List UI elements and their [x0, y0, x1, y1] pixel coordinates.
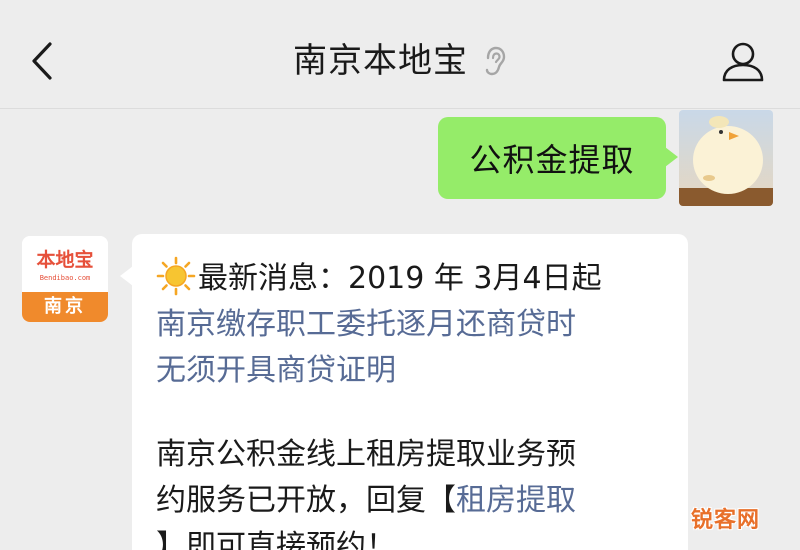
- logo-text: 本地宝: [36, 249, 94, 271]
- account-avatar[interactable]: 本地宝 Bendibao.com 南京: [22, 236, 108, 322]
- chat-header: 南京本地宝: [0, 0, 800, 109]
- incoming-message-bubble[interactable]: 最新消息：2019 年 3月4日起 南京缴存职工委托逐月还商贷时 无须开具商贷证…: [120, 234, 688, 550]
- logo-subtext: Bendibao.com: [39, 274, 91, 282]
- message-text: 】即可直接预约！: [156, 529, 396, 550]
- message-text: 约服务已开放，回复【: [156, 483, 456, 518]
- message-line: 最新消息：2019 年 3月4日起: [156, 256, 668, 302]
- chick-avatar-image: [679, 110, 773, 206]
- profile-button[interactable]: [720, 40, 766, 84]
- message-text: 南京公积金线上租房提取业务预: [156, 437, 576, 472]
- logo-city: 南京: [22, 292, 108, 322]
- title-area: 南京本地宝: [0, 36, 800, 86]
- message-line: 约服务已开放，回复【租房提取: [156, 478, 668, 524]
- person-icon: [722, 42, 764, 82]
- my-avatar[interactable]: [679, 110, 773, 206]
- keyword-link[interactable]: 租房提取: [456, 483, 576, 518]
- account-logo: 本地宝 Bendibao.com: [22, 236, 108, 292]
- watermark-logo: 锐客网: [690, 508, 760, 533]
- outgoing-message-bubble[interactable]: 公积金提取: [438, 117, 678, 199]
- message-headline: 最新消息：2019 年 3月4日起: [198, 261, 602, 296]
- message-line: 南京公积金线上租房提取业务预: [156, 432, 668, 478]
- outgoing-message-text: 公积金提取: [469, 141, 635, 179]
- chat-screen: 南京本地宝 公积金提取 本地宝 Bendibao.com 南京 最新消息：201…: [0, 0, 800, 550]
- chat-title: 南京本地宝: [292, 41, 468, 81]
- news-link-line2[interactable]: 无须开具商贷证明: [156, 353, 396, 388]
- message-line: 】即可直接预约！: [156, 524, 668, 550]
- mute-ear-icon: [485, 46, 506, 76]
- message-line: 南京缴存职工委托逐月还商贷时: [156, 302, 668, 348]
- message-line: 无须开具商贷证明: [156, 348, 668, 394]
- sun-icon: [156, 256, 196, 296]
- news-link-line1[interactable]: 南京缴存职工委托逐月还商贷时: [156, 307, 576, 342]
